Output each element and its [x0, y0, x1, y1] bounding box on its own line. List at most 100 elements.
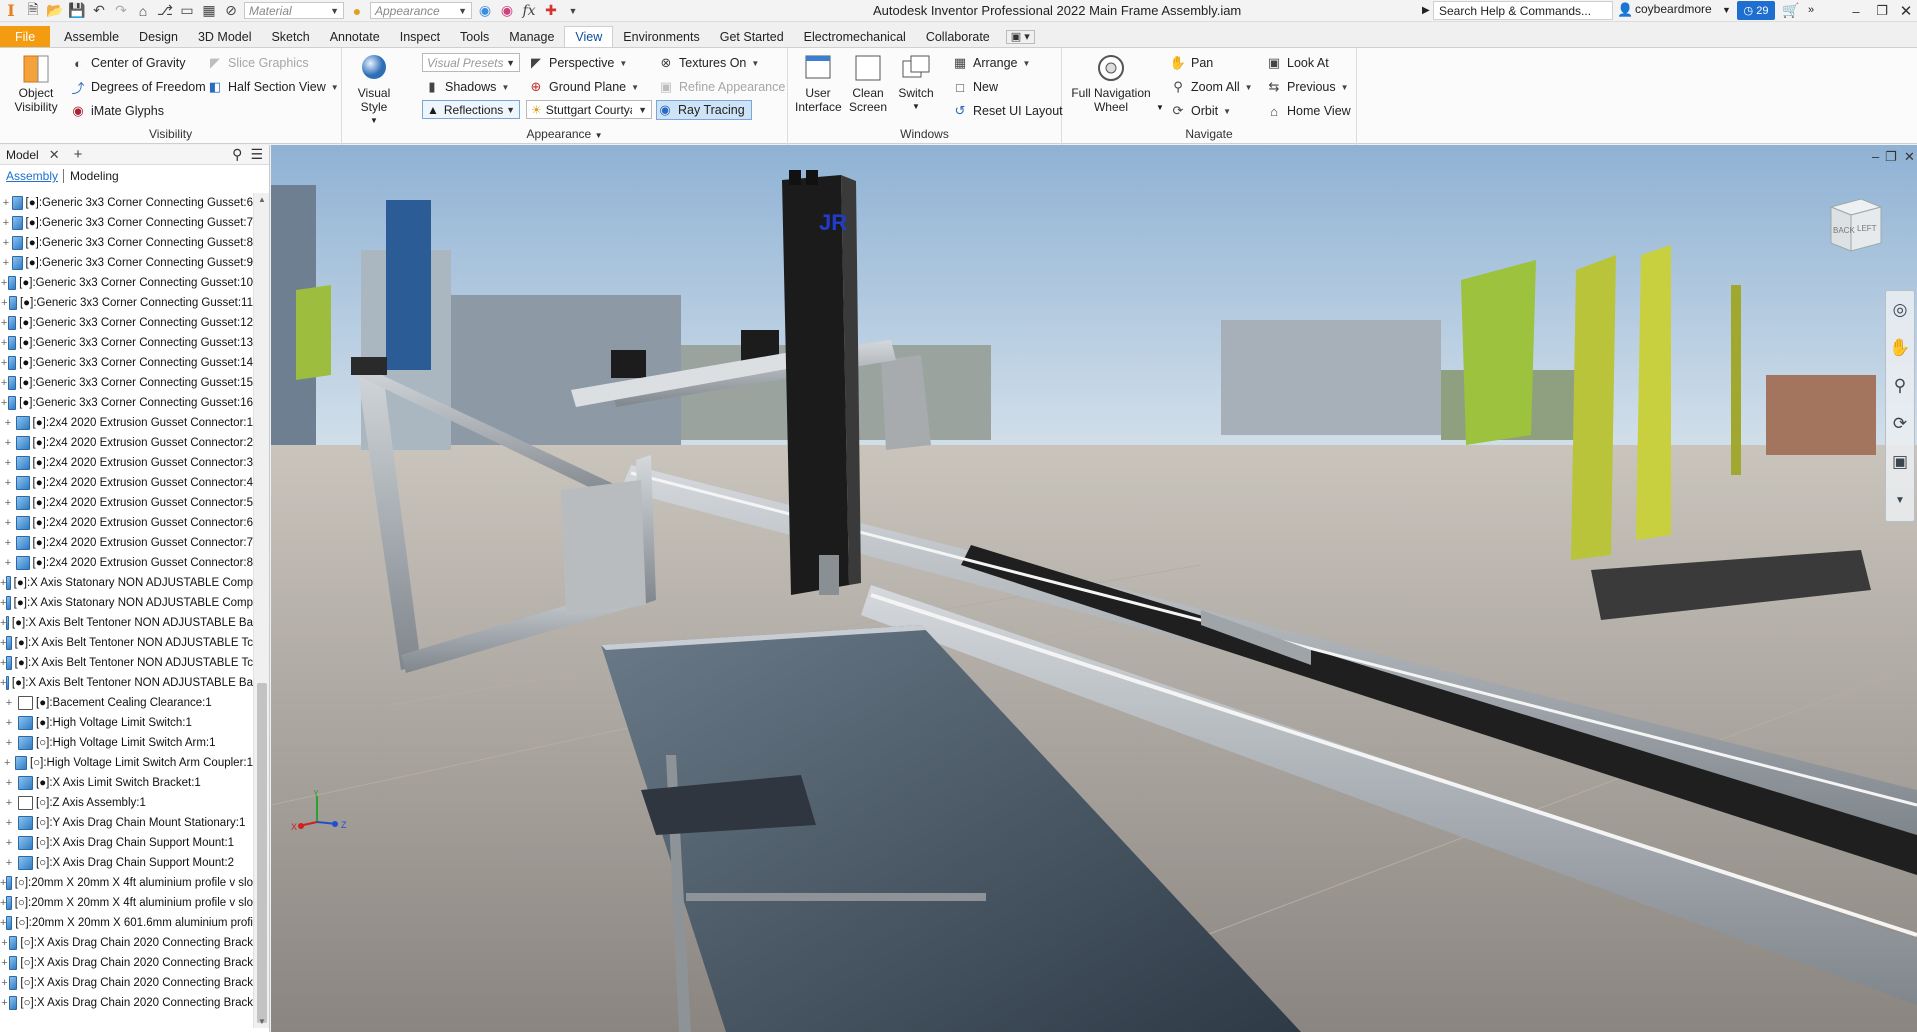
object-visibility-button[interactable]: Object Visibility — [6, 53, 66, 114]
browser-tree-item[interactable]: + [●]:2x4 2020 Extrusion Gusset Connector… — [0, 553, 253, 573]
user-name[interactable]: coybeardmore — [1635, 2, 1712, 16]
browser-tree-item[interactable]: + [○]:X Axis Drag Chain Support Mount:2 — [0, 853, 253, 873]
subtab-assembly[interactable]: Assembly — [6, 169, 65, 183]
orbit-icon[interactable]: ⟳ — [1886, 405, 1914, 443]
full-navigation-wheel-button[interactable]: Full Navigation Wheel — [1068, 53, 1154, 114]
reflections-button[interactable]: ▲ Reflections ▼ — [422, 100, 520, 119]
subtab-modeling[interactable]: Modeling — [70, 169, 119, 183]
browser-tree-item[interactable]: + [●]:2x4 2020 Extrusion Gusset Connector… — [0, 473, 253, 493]
browser-tree-item[interactable]: + [●]:Generic 3x3 Corner Connecting Gusse… — [0, 333, 253, 353]
new-file-icon[interactable]: 🗎 — [22, 0, 44, 22]
tab-environments[interactable]: Environments — [613, 26, 709, 47]
pan-button[interactable]: ✋ Pan — [1170, 53, 1213, 73]
pan-hand-icon[interactable]: ✋ — [1886, 329, 1914, 367]
degrees-of-freedom-button[interactable]: ⤴ Degrees of Freedom — [70, 77, 205, 97]
browser-tree-item[interactable]: + [○]:20mm X 20mm X 4ft aluminium profile… — [0, 873, 253, 893]
browser-tree-item[interactable]: + [●]:Generic 3x3 Corner Connecting Gusse… — [0, 213, 253, 233]
browser-tree-item[interactable]: + [●]:Generic 3x3 Corner Connecting Gusse… — [0, 193, 253, 213]
browser-tab-model[interactable]: Model — [0, 148, 45, 162]
browser-tree-item[interactable]: + [●]:Bacement Cealing Clearance:1 — [0, 693, 253, 713]
material-combo[interactable]: Material ▼ — [244, 2, 344, 19]
shadows-button[interactable]: ▮ Shadows ▼ — [424, 77, 509, 97]
expand-plus-icon[interactable]: + — [0, 437, 16, 449]
look-at-icon[interactable]: ▣ — [1886, 443, 1914, 481]
browser-tree-item[interactable]: + [●]:Generic 3x3 Corner Connecting Gusse… — [0, 393, 253, 413]
textures-on-button[interactable]: ⊗ Textures On ▼ — [658, 53, 760, 73]
browser-tree-item[interactable]: + [●]:Generic 3x3 Corner Connecting Gusse… — [0, 253, 253, 273]
adjust-appearance-icon[interactable]: ◉ — [474, 0, 496, 22]
ground-plane-button[interactable]: ⊕ Ground Plane ▼ — [528, 77, 640, 97]
tab-inspect[interactable]: Inspect — [390, 26, 450, 47]
tab-file[interactable]: File — [0, 26, 51, 47]
browser-tree-item[interactable]: + [○]:X Axis Drag Chain 2020 Connecting B… — [0, 953, 253, 973]
expand-plus-icon[interactable]: + — [0, 477, 16, 489]
expand-plus-icon[interactable]: + — [0, 217, 12, 229]
expand-plus-icon[interactable]: + — [0, 957, 9, 969]
expand-plus-icon[interactable]: + — [0, 937, 9, 949]
inventor-logo-icon[interactable]: I — [0, 0, 22, 22]
undo-icon[interactable]: ↶ — [88, 0, 110, 22]
notifications-badge[interactable]: ◷ 29 — [1737, 1, 1775, 20]
redo-icon[interactable]: ↷ — [110, 0, 132, 22]
expand-plus-icon[interactable]: + — [0, 197, 12, 209]
browser-tree-item[interactable]: + [●]:Generic 3x3 Corner Connecting Gusse… — [0, 353, 253, 373]
browser-tree-item[interactable]: + [○]:High Voltage Limit Switch Arm:1 — [0, 733, 253, 753]
arrange-button[interactable]: ▦ Arrange ▼ — [952, 53, 1031, 73]
imate-glyphs-button[interactable]: ◉ iMate Glyphs — [70, 101, 164, 121]
browser-tree-item[interactable]: + [●]:X Axis Statonary NON ADJUSTABLE Com… — [0, 573, 253, 593]
expand-plus-icon[interactable]: + — [0, 777, 18, 789]
expand-plus-icon[interactable]: + — [0, 717, 18, 729]
browser-tree-item[interactable]: + [○]:X Axis Drag Chain 2020 Connecting B… — [0, 993, 253, 1013]
expand-plus-icon[interactable]: + — [0, 257, 12, 269]
scroll-up-icon[interactable]: ▲ — [254, 195, 270, 204]
browser-tree-item[interactable]: + [●]:2x4 2020 Extrusion Gusset Connector… — [0, 513, 253, 533]
browser-tree-item[interactable]: + [●]:X Axis Limit Switch Bracket:1 — [0, 773, 253, 793]
center-of-gravity-button[interactable]: ◐ Center of Gravity — [70, 53, 185, 73]
zoom-all-button[interactable]: ⚲ Zoom All ▼ — [1170, 77, 1252, 97]
reset-ui-layout-button[interactable]: ↺ Reset UI Layout — [952, 101, 1063, 121]
fx-parameters-icon[interactable]: fx — [518, 0, 540, 22]
scrollbar-thumb[interactable] — [257, 683, 267, 1023]
search-icon[interactable]: ⚲ — [232, 146, 242, 163]
return-icon[interactable]: ⎇ — [154, 0, 176, 22]
tab-tools[interactable]: Tools — [450, 26, 499, 47]
tab-design[interactable]: Design — [129, 26, 188, 47]
browser-tree-item[interactable]: + [●]:X Axis Statonary NON ADJUSTABLE Com… — [0, 593, 253, 613]
browser-tree-item[interactable]: + [●]:X Axis Belt Tentoner NON ADJUSTABLE… — [0, 653, 253, 673]
browser-tree-item[interactable]: + [●]:2x4 2020 Extrusion Gusset Connector… — [0, 413, 253, 433]
tab-collaborate[interactable]: Collaborate — [916, 26, 1000, 47]
expand-plus-icon[interactable]: + — [0, 417, 16, 429]
close-icon[interactable]: ✕ — [1892, 0, 1917, 22]
expand-plus-icon[interactable]: + — [0, 557, 16, 569]
tab-3d-model[interactable]: 3D Model — [188, 26, 262, 47]
expand-plus-icon[interactable]: + — [0, 737, 18, 749]
browser-tree-item[interactable]: + [○]:X Axis Drag Chain 2020 Connecting B… — [0, 973, 253, 993]
save-icon[interactable]: 💾 — [66, 0, 88, 22]
expand-plus-icon[interactable]: + — [0, 857, 18, 869]
browser-tree-item[interactable]: + [●]:Generic 3x3 Corner Connecting Gusse… — [0, 373, 253, 393]
chevron-down-icon[interactable]: ▼ — [1156, 103, 1164, 112]
expand-plus-icon[interactable]: + — [0, 377, 8, 389]
browser-tree-item[interactable]: + [○]:20mm X 20mm X 601.6mm aluminium pro… — [0, 913, 253, 933]
visual-style-button[interactable]: Visual Style ▼ — [349, 53, 399, 128]
browser-tree-item[interactable]: + [○]:High Voltage Limit Switch Arm Coupl… — [0, 753, 253, 773]
half-section-view-button[interactable]: ◧ Half Section View ▼ — [207, 77, 339, 97]
browser-tree-item[interactable]: + [○]:Y Axis Drag Chain Mount Stationary:… — [0, 813, 253, 833]
browser-scrollbar[interactable]: ▲ ▼ — [253, 193, 269, 1028]
tab-get-started[interactable]: Get Started — [710, 26, 794, 47]
expand-plus-icon[interactable]: + — [0, 997, 9, 1009]
customize-dropdown-icon[interactable]: ▼ — [562, 0, 584, 22]
browser-tree-item[interactable]: + [○]:Z Axis Assembly:1 — [0, 793, 253, 813]
browser-tree-item[interactable]: + [●]:Generic 3x3 Corner Connecting Gusse… — [0, 273, 253, 293]
expand-plus-icon[interactable]: + — [0, 797, 18, 809]
expand-plus-icon[interactable]: + — [0, 277, 8, 289]
lighting-style-combo[interactable]: ☀ Stuttgart Courtya ▼ — [526, 100, 652, 119]
expand-plus-icon[interactable]: + — [0, 317, 8, 329]
browser-tree-item[interactable]: + [●]:2x4 2020 Extrusion Gusset Connector… — [0, 453, 253, 473]
viewport-minimize-icon[interactable]: – — [1872, 149, 1879, 164]
expand-plus-icon[interactable]: + — [0, 297, 9, 309]
slice-graphics-button[interactable]: ◤ Slice Graphics — [207, 53, 309, 73]
minimize-icon[interactable]: – — [1842, 0, 1870, 22]
orbit-button[interactable]: ⟳ Orbit ▼ — [1170, 101, 1231, 121]
open-folder-icon[interactable]: 📂 — [44, 0, 66, 22]
